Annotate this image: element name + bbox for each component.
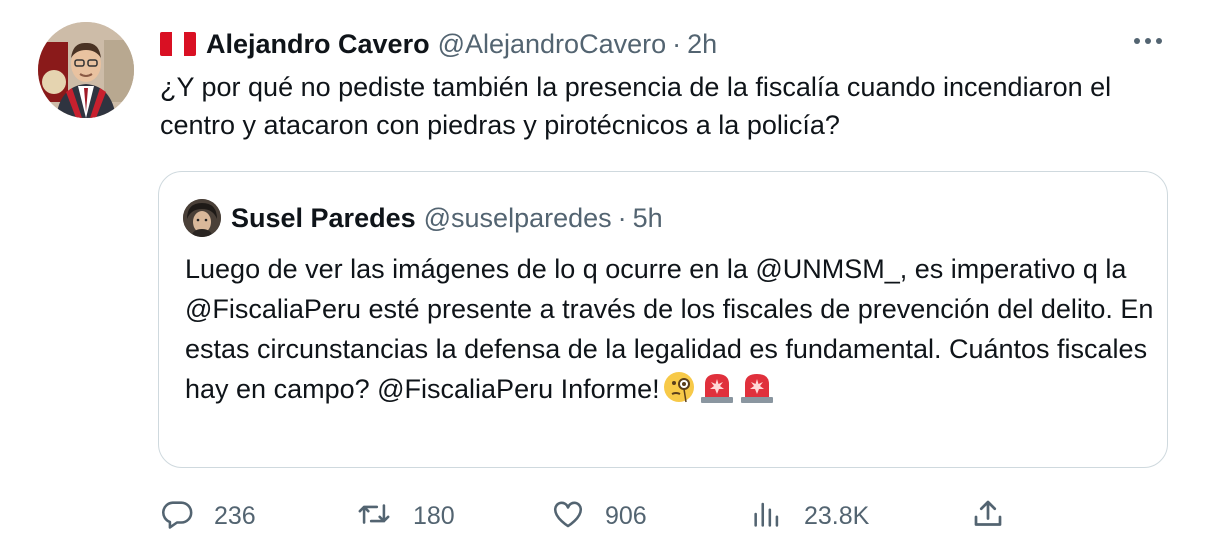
like-icon: [551, 497, 585, 536]
share-button[interactable]: [970, 488, 1006, 544]
reply-button[interactable]: 236: [160, 488, 256, 544]
like-count: 906: [605, 501, 647, 530]
analytics-icon: [750, 497, 784, 536]
more-dot-icon: [1134, 38, 1140, 44]
tweet-text: ¿Y por qué no pediste también la presenc…: [160, 72, 1112, 140]
quoted-tweet-text-block: Luego de ver las imágenes de lo q ocurre…: [185, 249, 1155, 415]
face-with-monocle-emoji: [662, 370, 696, 415]
retweet-count: 180: [413, 501, 455, 530]
separator-dot: ·: [617, 202, 627, 233]
more-options-button[interactable]: [1134, 38, 1162, 44]
quoted-tweet-timestamp[interactable]: 5h: [633, 203, 663, 234]
quoted-author-handle[interactable]: @suselparedes: [424, 203, 612, 234]
police-light-emoji: [738, 370, 776, 415]
author-handle[interactable]: @AlejandroCavero: [438, 29, 667, 60]
reply-icon: [160, 497, 194, 536]
quoted-tweet-header: Susel Paredes @suselparedes · 5h: [231, 200, 663, 236]
retweet-button[interactable]: 180: [355, 488, 455, 544]
views-button[interactable]: 23.8K: [750, 488, 869, 544]
more-dot-icon: [1156, 38, 1162, 44]
author-name[interactable]: Alejandro Cavero: [206, 29, 430, 60]
separator-dot: ·: [672, 28, 682, 59]
author-avatar[interactable]: [38, 22, 134, 118]
reply-count: 236: [214, 501, 256, 530]
quoted-tweet[interactable]: Susel Paredes @suselparedes · 5h Luego d…: [158, 171, 1168, 468]
tweet-timestamp[interactable]: 2h: [687, 29, 717, 60]
share-icon: [970, 496, 1006, 537]
police-light-emoji: [698, 370, 736, 415]
retweet-icon: [355, 497, 393, 536]
tweet-header: Alejandro Cavero @AlejandroCavero · 2h: [160, 26, 717, 62]
peru-flag-icon: [160, 32, 196, 56]
tweet-action-bar: 236 180 906 23.8K: [0, 488, 1222, 544]
quoted-author-name[interactable]: Susel Paredes: [231, 203, 416, 234]
quoted-author-avatar[interactable]: [183, 199, 221, 237]
more-dot-icon: [1145, 38, 1151, 44]
like-button[interactable]: 906: [551, 488, 647, 544]
views-count: 23.8K: [804, 501, 870, 530]
